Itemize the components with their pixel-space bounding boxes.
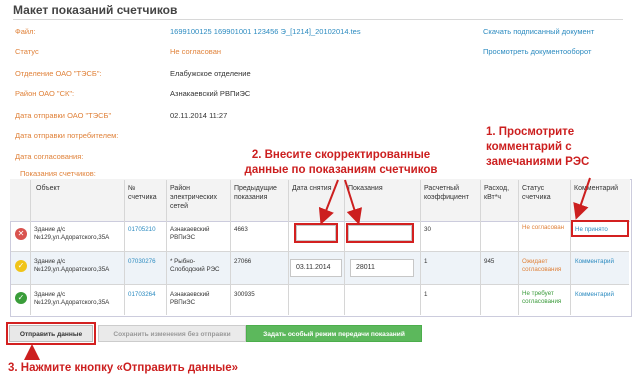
annotation-arrows (24, 177, 591, 360)
